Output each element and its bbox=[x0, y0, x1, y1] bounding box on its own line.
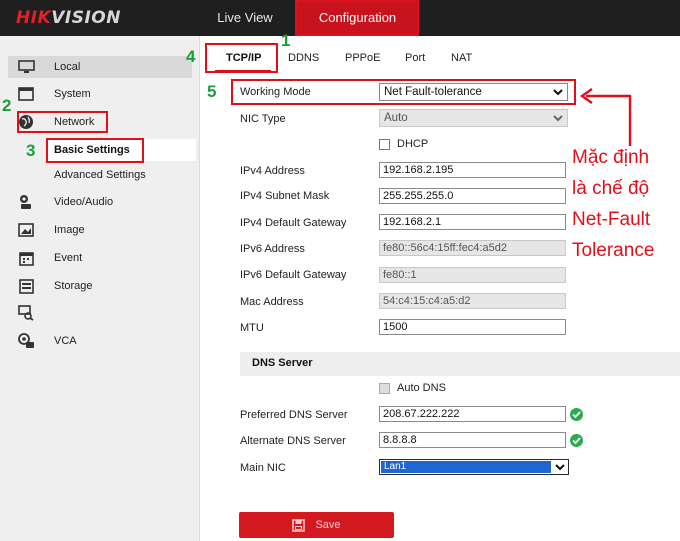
sidebar-item-event[interactable]: Event bbox=[16, 247, 191, 269]
auto-dns-label: Auto DNS bbox=[397, 382, 446, 394]
tab-nat[interactable]: NAT bbox=[451, 52, 472, 68]
annotation-number-1: 1 bbox=[281, 31, 291, 50]
mac-address-field: 54:c4:15:c4:a5:d2 bbox=[379, 293, 566, 309]
annotation-note-line-4: Tolerance bbox=[572, 240, 655, 261]
sidebar-item-storage[interactable]: Storage bbox=[16, 275, 191, 297]
sidebar-label-local: Local bbox=[54, 61, 81, 73]
calendar-icon bbox=[16, 250, 36, 266]
ipv4-address-input[interactable]: 192.168.2.195 bbox=[379, 162, 566, 178]
mtu-label: MTU bbox=[240, 322, 264, 334]
sidebar-label-system: System bbox=[54, 88, 91, 100]
main-nic-select[interactable]: Lan1 bbox=[379, 459, 569, 475]
sidebar-label-event: Event bbox=[54, 252, 83, 264]
sidebar-label-storage: Storage bbox=[54, 280, 93, 292]
ipv6-gateway-field: fe80::1 bbox=[379, 267, 566, 283]
check-circle-icon bbox=[570, 434, 583, 447]
ipv4-mask-label: IPv4 Subnet Mask bbox=[240, 190, 330, 202]
annotation-arrow bbox=[578, 82, 638, 151]
nic-type-label: NIC Type bbox=[240, 113, 286, 125]
logo-part-vision: VISION bbox=[51, 8, 121, 28]
search-camera-icon bbox=[16, 305, 36, 321]
ipv6-address-label: IPv6 Address bbox=[240, 243, 305, 255]
preferred-dns-label: Preferred DNS Server bbox=[240, 409, 348, 421]
annotation-note-line-1: Mặc định bbox=[572, 147, 650, 168]
annotation-note-line-2: là chế độ bbox=[572, 178, 650, 199]
main-nic-label: Main NIC bbox=[240, 462, 286, 474]
dhcp-row: DHCP bbox=[379, 138, 428, 150]
storage-icon bbox=[16, 278, 36, 294]
hikvision-logo: HIKVISION bbox=[16, 8, 121, 28]
annotation-box-working-mode bbox=[231, 79, 576, 105]
auto-dns-row: Auto DNS bbox=[379, 382, 446, 394]
dhcp-label: DHCP bbox=[397, 138, 429, 150]
save-button-label: Save bbox=[315, 519, 341, 531]
ipv4-address-label: IPv4 Address bbox=[240, 165, 305, 177]
check-circle-icon bbox=[570, 408, 583, 421]
tab-pppoe[interactable]: PPPoE bbox=[345, 52, 380, 68]
annotation-note: Mặc định là chế độ Net-Fault Tolerance bbox=[572, 142, 680, 266]
annotation-number-3: 3 bbox=[26, 141, 36, 160]
annotation-box-configuration bbox=[295, 0, 419, 36]
dns-section-title: DNS Server bbox=[252, 357, 313, 369]
dhcp-checkbox[interactable] bbox=[379, 138, 390, 150]
mtu-input[interactable]: 1500 bbox=[379, 319, 566, 335]
dns-section-header: DNS Server bbox=[240, 352, 680, 376]
annotation-number-5: 5 bbox=[207, 82, 217, 101]
vca-icon bbox=[16, 333, 36, 349]
annotation-number-4: 4 bbox=[186, 47, 196, 66]
sidebar-item-system[interactable]: System bbox=[16, 83, 191, 105]
annotation-box-tcp-ip bbox=[205, 43, 278, 73]
ipv4-gateway-input[interactable]: 192.168.2.1 bbox=[379, 214, 566, 230]
sidebar-item-vca[interactable]: VCA bbox=[16, 330, 191, 352]
preferred-dns-input[interactable]: 208.67.222.222 bbox=[379, 406, 566, 422]
annotation-number-2: 2 bbox=[2, 96, 12, 115]
image-icon bbox=[16, 222, 36, 238]
nic-type-value: Auto bbox=[384, 112, 408, 124]
sidebar-item-image[interactable]: Image bbox=[16, 219, 191, 241]
main-nic-value: Lan1 bbox=[381, 461, 551, 473]
tab-ddns[interactable]: DDNS bbox=[288, 52, 319, 68]
system-window-icon bbox=[16, 86, 36, 102]
mac-address-label: Mac Address bbox=[240, 296, 304, 308]
monitor-icon bbox=[16, 59, 36, 75]
annotation-box-basic-settings bbox=[46, 138, 144, 163]
chevron-down-icon bbox=[552, 112, 564, 129]
sidebar-item-local[interactable]: Local bbox=[8, 56, 192, 78]
tab-port[interactable]: Port bbox=[405, 52, 425, 68]
sidebar-item-advanced-settings[interactable]: Advanced Settings bbox=[54, 164, 194, 186]
ipv6-address-field: fe80::56c4:15ff:fec4:a5d2 bbox=[379, 240, 566, 256]
sidebar-item-search-camera[interactable] bbox=[16, 302, 191, 324]
alternate-dns-label: Alternate DNS Server bbox=[240, 435, 346, 447]
nic-type-select[interactable]: Auto bbox=[379, 109, 568, 127]
ipv4-gateway-label: IPv4 Default Gateway bbox=[240, 217, 347, 229]
sidebar-item-video-audio[interactable]: Video/Audio bbox=[16, 191, 191, 213]
save-button[interactable]: Save bbox=[239, 512, 394, 538]
ipv6-gateway-label: IPv6 Default Gateway bbox=[240, 269, 347, 281]
annotation-note-line-3: Net-Fault bbox=[572, 209, 651, 230]
alternate-dns-input[interactable]: 8.8.8.8 bbox=[379, 432, 566, 448]
sidebar-label-image: Image bbox=[54, 224, 85, 236]
nav-live-view[interactable]: Live View bbox=[205, 0, 285, 36]
ipv4-mask-input[interactable]: 255.255.255.0 bbox=[379, 188, 566, 204]
video-audio-icon bbox=[16, 194, 36, 210]
chevron-down-icon bbox=[554, 461, 566, 476]
sidebar-label-video-audio: Video/Audio bbox=[54, 196, 114, 208]
floppy-disk-icon bbox=[292, 518, 306, 532]
auto-dns-checkbox[interactable] bbox=[379, 382, 390, 394]
sidebar-label-advanced-settings: Advanced Settings bbox=[54, 169, 146, 181]
sidebar-label-vca: VCA bbox=[54, 335, 77, 347]
annotation-box-network bbox=[17, 111, 108, 133]
logo-part-hik: HIK bbox=[16, 8, 52, 28]
